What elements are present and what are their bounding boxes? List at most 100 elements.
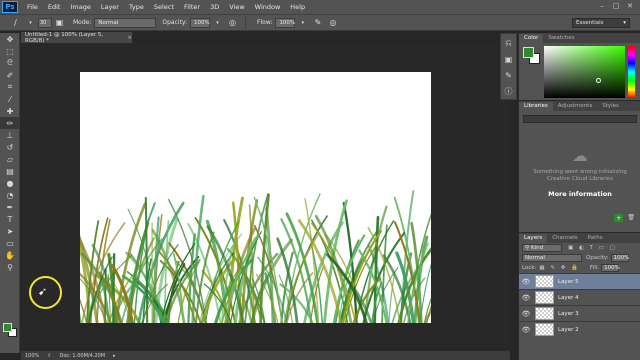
opacity-input[interactable]: 100% (190, 17, 211, 28)
menu-image[interactable]: Image (65, 3, 95, 11)
brush-presets-icon[interactable]: ✎ (501, 68, 516, 82)
layer-filter-icons[interactable]: ▣ ◐ T ▭ ▢ (568, 245, 617, 251)
pressure-size-icon[interactable]: ◎ (327, 17, 338, 28)
fill-input[interactable]: 100% (601, 264, 620, 272)
pressure-opacity-icon[interactable]: ◎ (227, 17, 238, 28)
add-library-icon[interactable]: + (614, 214, 624, 222)
blur-tool-icon[interactable]: ● (0, 177, 20, 189)
layer-row[interactable]: 👁 Layer 4 (519, 289, 640, 305)
airbrush-icon[interactable]: ✎ (312, 17, 323, 28)
layer-kind-select[interactable]: ⚲ Kind (522, 244, 562, 252)
workspace-switcher[interactable]: Essentials ▾ (572, 18, 630, 28)
lock-icons[interactable]: ▦ ✎ ✥ 🔒 (539, 265, 580, 271)
brush-panel-icon[interactable]: ▣ (54, 17, 65, 28)
library-error-message: Something went wrong initializing Creati… (533, 169, 627, 182)
brush-preset-icon[interactable]: ∕ (10, 17, 21, 28)
info-panel-icon[interactable]: ⓘ (501, 84, 516, 98)
canvas-workspace[interactable] (21, 43, 510, 348)
eraser-tool-icon[interactable]: ▱ (0, 153, 20, 165)
brush-tool-icon[interactable]: ✏ (0, 117, 20, 129)
shape-tool-icon[interactable]: ▭ (0, 237, 20, 249)
tab-swatches[interactable]: Swatches (543, 34, 579, 43)
chevron-down-icon[interactable]: ▾ (212, 17, 223, 28)
maximize-icon[interactable]: □ (610, 2, 622, 12)
trash-icon[interactable]: 🗑 (627, 214, 635, 223)
tab-color[interactable]: Color (519, 34, 544, 43)
color-swatches[interactable] (3, 323, 17, 337)
history-panel-icon[interactable]: ⎌ (501, 36, 516, 50)
stamp-tool-icon[interactable]: ⊥ (0, 129, 20, 141)
tab-channels[interactable]: Channels (547, 234, 582, 243)
document-tab[interactable]: Untitled-1 @ 100% (Layer 5, RGB/8) * × (21, 32, 133, 44)
layer-opacity-input[interactable]: 100% (610, 254, 629, 262)
document-canvas[interactable] (80, 72, 431, 323)
foreground-color[interactable] (3, 323, 12, 332)
tab-paths[interactable]: Paths (583, 234, 608, 243)
menu-edit[interactable]: Edit (43, 3, 66, 11)
tab-layers[interactable]: Layers (519, 234, 548, 243)
color-picker-handle[interactable] (596, 78, 601, 83)
properties-panel-icon[interactable]: ▣ (501, 52, 516, 66)
menu-3d[interactable]: 3D (205, 3, 224, 11)
menu-help[interactable]: Help (285, 3, 310, 11)
chevron-right-icon[interactable]: ▸ (113, 353, 116, 359)
library-dropdown[interactable] (523, 115, 637, 123)
chevron-down-icon[interactable]: ▾ (25, 17, 36, 28)
eyedropper-tool-icon[interactable]: ⁄ (0, 93, 20, 105)
eye-icon[interactable]: 👁 (519, 294, 533, 302)
eye-icon[interactable]: 👁 (519, 310, 533, 318)
marquee-tool-icon[interactable]: ⬚ (0, 45, 20, 57)
quick-select-tool-icon[interactable]: ✐ (0, 69, 20, 81)
path-select-tool-icon[interactable]: ➤ (0, 225, 20, 237)
menu-select[interactable]: Select (149, 3, 179, 11)
layer-row[interactable]: 👁 Layer 3 (519, 305, 640, 321)
layer-row[interactable]: 👁 Layer 5 (519, 273, 640, 289)
layer-thumbnail (535, 307, 554, 320)
zoom-tool-icon[interactable]: ⚲ (0, 261, 20, 273)
close-icon[interactable]: × (127, 35, 132, 41)
tools-panel: ✥ ⬚ ᘓ ✐ ⌗ ⁄ ✚ ✏ ⊥ ↺ ▱ ▤ ● ◔ ✒ T ➤ ▭ ✋ ⚲ (0, 33, 20, 353)
tab-styles[interactable]: Styles (597, 102, 624, 111)
color-panel-tabs: Color Swatches (519, 33, 640, 43)
history-brush-tool-icon[interactable]: ↺ (0, 141, 20, 153)
menu-filter[interactable]: Filter (179, 3, 205, 11)
opacity-label: Opacity: (162, 19, 188, 26)
hue-slider[interactable] (628, 46, 635, 98)
type-tool-icon[interactable]: T (0, 213, 20, 225)
crop-tool-icon[interactable]: ⌗ (0, 81, 20, 93)
tab-adjustments[interactable]: Adjustments (553, 102, 597, 111)
flow-input[interactable]: 100% (275, 17, 296, 28)
healing-tool-icon[interactable]: ✚ (0, 105, 20, 117)
gradient-tool-icon[interactable]: ▤ (0, 165, 20, 177)
options-bar: ∕ ▾ 30 ▣ Mode: Normal Opacity: 100% ▾ ◎ … (0, 14, 640, 31)
tab-libraries[interactable]: Libraries (519, 102, 553, 111)
color-picker-field[interactable] (544, 46, 625, 98)
chevron-down-icon[interactable]: ▾ (297, 17, 308, 28)
layer-row[interactable]: 👁 Layer 2 (519, 321, 640, 337)
minimize-icon[interactable]: – (596, 2, 608, 12)
close-icon[interactable]: ✕ (624, 2, 636, 12)
eye-icon[interactable]: 👁 (519, 326, 533, 334)
menu-layer[interactable]: Layer (96, 3, 124, 11)
menu-view[interactable]: View (224, 3, 249, 11)
eye-icon[interactable]: 👁 (519, 278, 533, 286)
layer-thumbnail (535, 323, 554, 336)
fill-label: Fill: (589, 265, 600, 271)
lasso-tool-icon[interactable]: ᘓ (0, 57, 20, 69)
color-panel-foreground[interactable] (523, 47, 534, 58)
pen-tool-icon[interactable]: ✒ (0, 201, 20, 213)
more-information-link[interactable]: More information (519, 190, 640, 198)
layer-lock-row: Lock: ▦ ✎ ✥ 🔒 Fill: 100% (519, 263, 640, 273)
zoom-level[interactable]: 100% (25, 353, 39, 359)
brush-size-preview[interactable]: 30 (38, 17, 52, 28)
flow-label: Flow: (257, 19, 273, 26)
menu-window[interactable]: Window (250, 3, 286, 11)
dodge-tool-icon[interactable]: ◔ (0, 189, 20, 201)
hand-tool-icon[interactable]: ✋ (0, 249, 20, 261)
move-tool-icon[interactable]: ✥ (0, 33, 20, 45)
menu-type[interactable]: Type (124, 3, 149, 11)
blend-mode-select[interactable]: Normal (522, 254, 582, 262)
menu-file[interactable]: File (22, 3, 43, 11)
share-icon[interactable]: ⇧ (47, 353, 51, 359)
mode-select[interactable]: Normal (94, 17, 157, 28)
